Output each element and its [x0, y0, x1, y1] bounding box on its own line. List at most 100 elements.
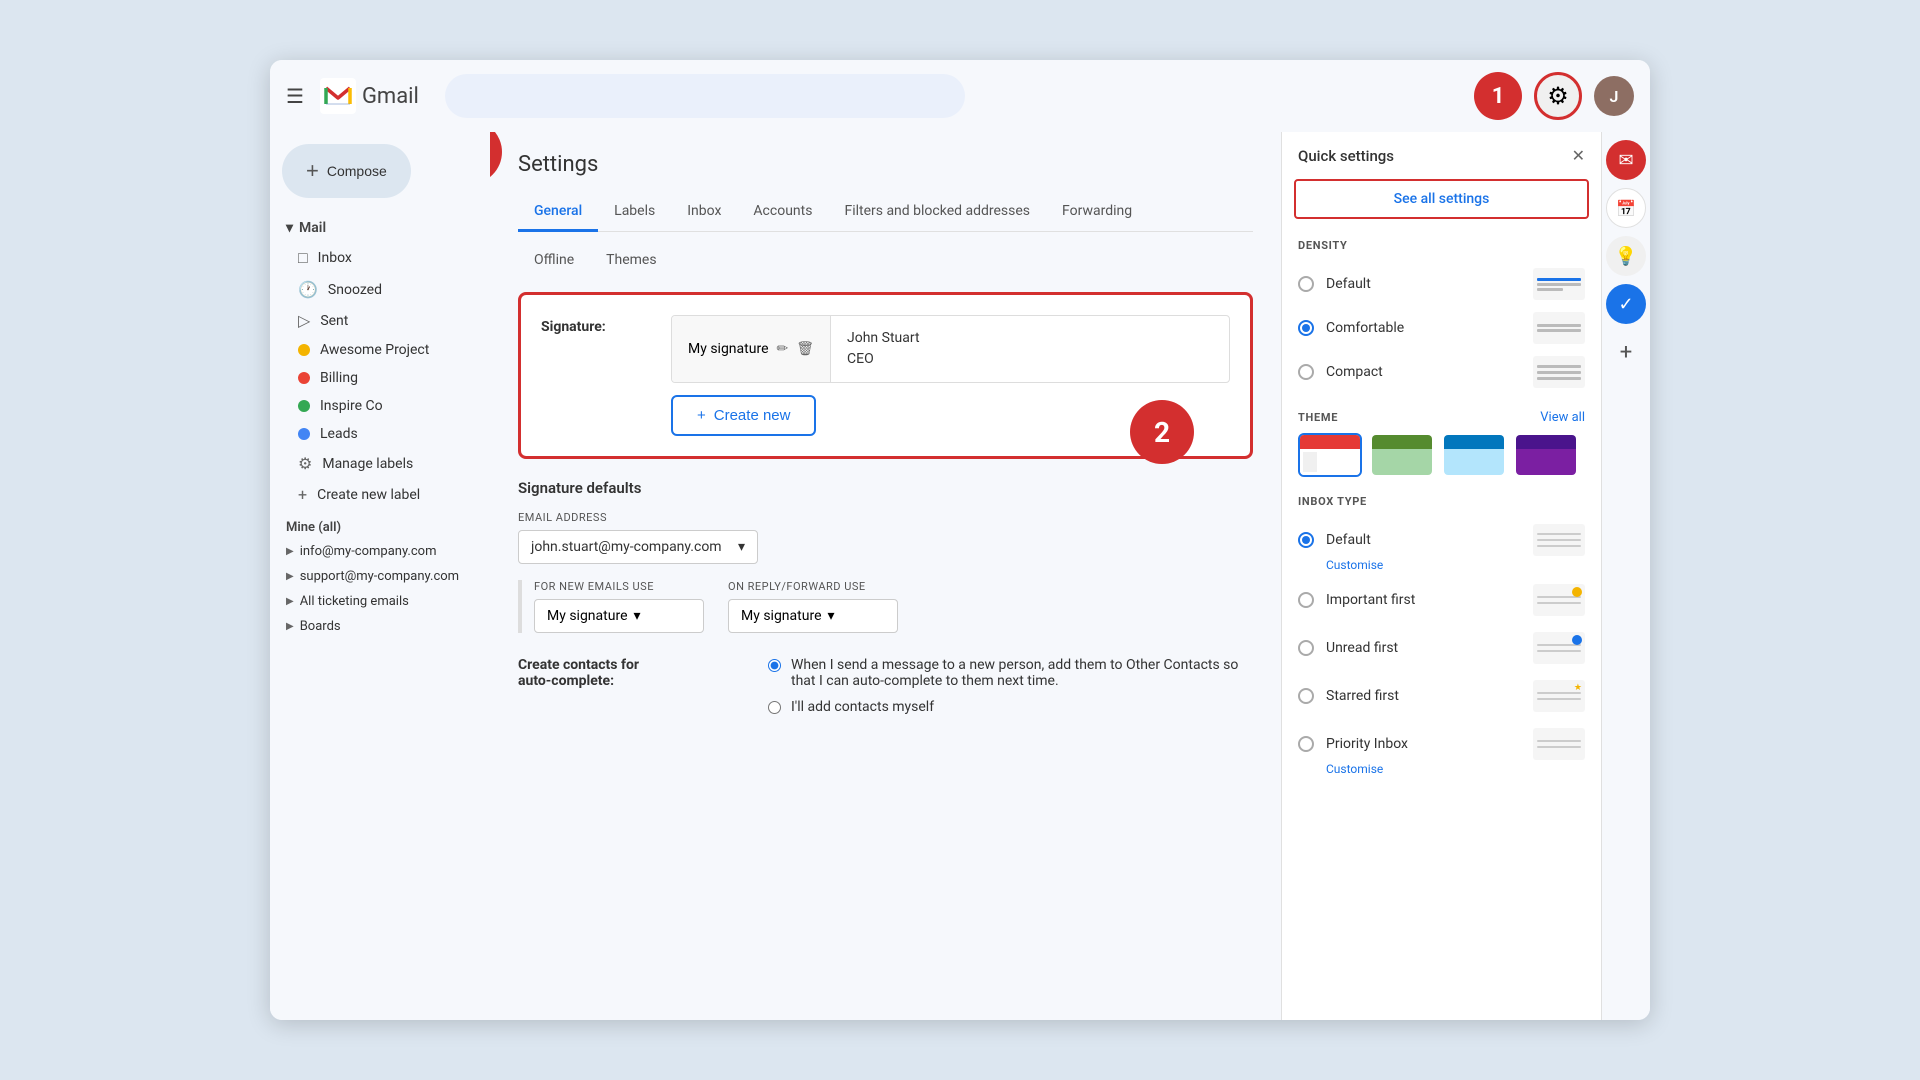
leads-dot [298, 428, 310, 440]
inbox-priority-sublabel[interactable]: Customise [1298, 762, 1585, 780]
create-new-plus-icon: + [697, 407, 706, 424]
inbox-option-starred[interactable]: Starred first ★ [1298, 672, 1585, 720]
sidebar-email-support[interactable]: ▶ support@my-company.com [270, 564, 490, 589]
ip-s-line2 [1537, 698, 1581, 700]
quick-settings-close[interactable]: ✕ [1572, 146, 1585, 165]
user-avatar[interactable]: J [1594, 76, 1634, 116]
see-all-settings-button[interactable]: See all settings [1294, 179, 1589, 219]
density-option-comfortable[interactable]: Comfortable [1298, 306, 1585, 350]
sidebar-billing-label: Billing [320, 370, 358, 386]
bulb-icon-btn[interactable]: 💡 [1606, 236, 1646, 276]
search-bar[interactable] [445, 74, 965, 118]
sidebar-item-inspire-co[interactable]: Inspire Co [270, 392, 478, 420]
ip-p-line1 [1537, 740, 1581, 742]
density-compact-preview [1533, 356, 1585, 388]
signature-delete-icon[interactable]: 🗑 [796, 341, 814, 357]
theme-gmail-main [1319, 452, 1357, 472]
awesome-project-dot [298, 344, 310, 356]
topbar-right: 1 ⚙ J [1474, 72, 1634, 120]
view-all-link[interactable]: View all [1540, 410, 1585, 425]
sidebar-item-awesome-project[interactable]: Awesome Project [270, 336, 478, 364]
quick-settings-header: Quick settings ✕ [1282, 132, 1601, 173]
sidebar-awesome-label: Awesome Project [320, 342, 429, 358]
sidebar-item-create-new-label[interactable]: + Create new label [270, 479, 478, 510]
hamburger-icon[interactable]: ☰ [286, 84, 304, 108]
sidebar-item-snoozed[interactable]: 🕐 Snoozed [270, 274, 478, 305]
topbar: ☰ Gmail 1 ⚙ J [270, 60, 1650, 132]
inbox-option-priority[interactable]: Priority Inbox [1298, 720, 1585, 768]
dp-line3 [1537, 288, 1563, 291]
dp-c-line1 [1537, 324, 1581, 327]
main-content: 3 Settings General Labels Inbox Accounts… [490, 132, 1281, 1020]
email-support-chevron: ▶ [286, 571, 294, 582]
dp-line1 [1537, 278, 1581, 281]
tab-labels[interactable]: Labels [598, 193, 671, 232]
signature-edit-icon[interactable]: ✏ [777, 341, 789, 357]
dp-k-line2 [1537, 371, 1581, 374]
density-comfortable-preview [1533, 312, 1585, 344]
on-reply-select[interactable]: My signature ▾ [728, 599, 898, 633]
sidebar-item-inbox[interactable]: □ Inbox [270, 242, 478, 274]
for-new-chevron: ▾ [634, 608, 641, 624]
sidebar-email-ticketing[interactable]: ▶ All ticketing emails [270, 589, 490, 614]
sidebar-email-info-label: info@my-company.com [300, 544, 437, 559]
tab-accounts[interactable]: Accounts [737, 193, 828, 232]
density-option-default[interactable]: Default [1298, 262, 1585, 306]
manage-labels-icon: ⚙ [298, 454, 312, 473]
density-default-label: Default [1326, 276, 1371, 292]
theme-nature2[interactable] [1442, 433, 1506, 477]
check-icon-btn[interactable]: ✓ [1606, 284, 1646, 324]
inbox-unread-label: Unread first [1326, 640, 1398, 656]
create-new-button[interactable]: + Create new [671, 395, 816, 436]
subtab-offline[interactable]: Offline [518, 244, 590, 276]
contacts-radio2[interactable] [768, 701, 781, 714]
signature-list: My signature ✏ 🗑 John Stuart CEO [671, 315, 1230, 383]
sidebar-item-manage-labels[interactable]: ⚙ Manage labels [270, 448, 478, 479]
sidebar-item-leads[interactable]: Leads [270, 420, 478, 448]
email-select-chevron: ▾ [738, 539, 745, 555]
sidebar-item-sent[interactable]: ▷ Sent [270, 305, 478, 336]
density-label: DENSITY [1282, 233, 1601, 256]
sidebar-email-info[interactable]: ▶ info@my-company.com [270, 539, 490, 564]
sidebar-mail-header[interactable]: ▾ Mail [270, 214, 490, 242]
inbox-option-default[interactable]: Default [1298, 516, 1585, 564]
subtab-themes[interactable]: Themes [590, 244, 672, 276]
signature-line2: CEO [847, 349, 1213, 370]
settings-tabs: General Labels Inbox Accounts Filters an… [518, 193, 1253, 232]
mail-chevron-icon: ▾ [286, 220, 293, 236]
theme-dark-inner [1516, 435, 1576, 475]
sidebar-email-boards[interactable]: ▶ Boards [270, 614, 490, 639]
tab-general[interactable]: General [518, 193, 598, 232]
gmail-m-icon [320, 78, 356, 114]
inbox-option-unread[interactable]: Unread first [1298, 624, 1585, 672]
email-address-select[interactable]: john.stuart@my-company.com ▾ [518, 530, 758, 564]
dp-c-line2 [1537, 329, 1581, 332]
theme-dark[interactable] [1514, 433, 1578, 477]
add-icon[interactable]: + [1620, 340, 1632, 365]
create-new-label: Create new [714, 407, 791, 424]
inbox-option-important[interactable]: Important first [1298, 576, 1585, 624]
inbox-unread-badge [1572, 635, 1582, 645]
tab-filters[interactable]: Filters and blocked addresses [828, 193, 1046, 232]
theme-nature1[interactable] [1370, 433, 1434, 477]
sidebar-item-billing[interactable]: Billing [270, 364, 478, 392]
density-comfortable-radio [1298, 320, 1314, 336]
tab-forwarding[interactable]: Forwarding [1046, 193, 1148, 232]
quick-settings-title: Quick settings [1298, 147, 1394, 165]
mail-icon-btn[interactable]: ✉ [1606, 140, 1646, 180]
contacts-label: Create contacts forauto-complete: [518, 657, 748, 689]
density-option-compact[interactable]: Compact [1298, 350, 1585, 394]
settings-icon-button[interactable]: ⚙ [1534, 72, 1582, 120]
theme-gmail[interactable] [1298, 433, 1362, 477]
inbox-unread-radio [1298, 640, 1314, 656]
calendar-icon-btn[interactable]: 📅 [1606, 188, 1646, 228]
tab-inbox[interactable]: Inbox [671, 193, 737, 232]
for-new-select[interactable]: My signature ▾ [534, 599, 704, 633]
ip-p-line2 [1537, 746, 1581, 748]
sidebar-mine-all: Mine (all) [270, 510, 490, 539]
contacts-radio1[interactable] [768, 659, 781, 672]
inbox-default-sublabel[interactable]: Customise [1298, 558, 1585, 576]
sidebar-create-label-label: Create new label [317, 487, 420, 503]
theme-gmail-sidebar [1303, 452, 1317, 472]
compose-button[interactable]: + Compose [282, 144, 411, 198]
